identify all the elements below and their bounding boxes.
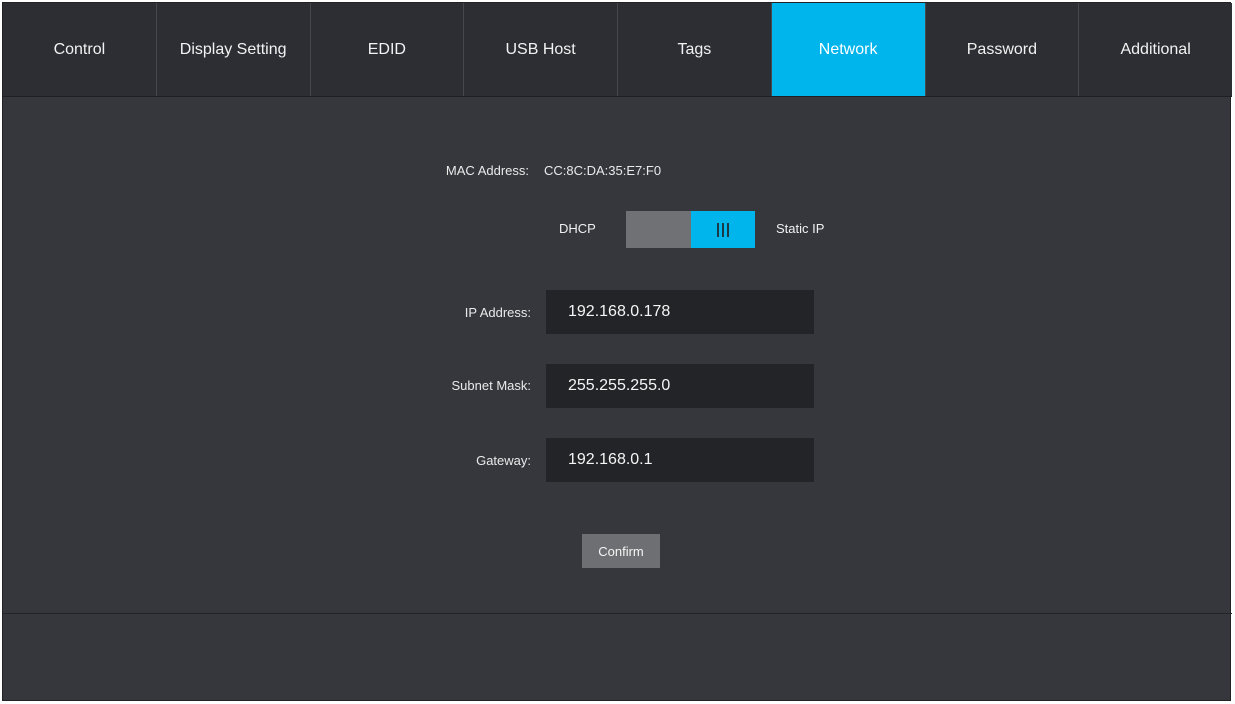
tab-control[interactable]: Control — [3, 3, 157, 96]
dhcp-static-toggle[interactable] — [626, 211, 755, 248]
subnet-mask-label: Subnet Mask: — [451, 378, 532, 393]
gateway-label: Gateway: — [476, 453, 531, 468]
grip-icon — [717, 222, 729, 237]
confirm-button[interactable]: Confirm — [582, 534, 660, 568]
network-settings-panel: Control Display Setting EDID USB Host Ta… — [2, 2, 1232, 701]
tab-password[interactable]: Password — [926, 3, 1080, 96]
tab-network[interactable]: Network — [771, 3, 926, 96]
tab-additional[interactable]: Additional — [1079, 3, 1232, 96]
mac-address-label: MAC Address: — [445, 163, 529, 178]
tab-edid[interactable]: EDID — [311, 3, 465, 96]
tab-tags[interactable]: Tags — [618, 3, 772, 96]
divider — [3, 613, 1232, 614]
ip-address-label: IP Address: — [464, 305, 531, 320]
toggle-knob[interactable] — [691, 211, 755, 248]
tab-bar: Control Display Setting EDID USB Host Ta… — [3, 3, 1232, 97]
tab-usb-host[interactable]: USB Host — [464, 3, 618, 96]
static-ip-label: Static IP — [776, 221, 825, 236]
mac-address-value: CC:8C:DA:35:E7:F0 — [544, 163, 662, 178]
subnet-mask-input[interactable] — [546, 364, 814, 408]
dhcp-label: DHCP — [559, 221, 596, 236]
gateway-input[interactable] — [546, 438, 814, 482]
ip-address-input[interactable] — [546, 290, 814, 334]
tab-display-setting[interactable]: Display Setting — [157, 3, 311, 96]
